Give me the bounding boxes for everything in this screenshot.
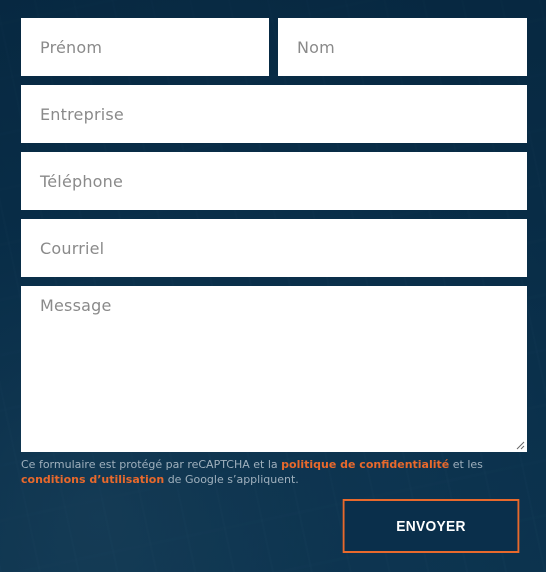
phone-placeholder: Téléphone [40,171,124,191]
terms-of-use-link[interactable]: conditions d’utilisation [21,473,164,486]
message-placeholder: Message [40,296,112,315]
submit-button[interactable]: ENVOYER [342,499,520,553]
recaptcha-notice: Ce formulaire est protégé par reCAPTCHA … [21,457,527,487]
resize-grip-icon[interactable] [515,440,525,450]
submit-button-label: ENVOYER [396,517,466,535]
company-placeholder: Entreprise [40,104,124,124]
email-field[interactable]: Courriel [21,219,527,277]
last-name-field[interactable]: Nom [278,18,527,76]
notice-text-before: Ce formulaire est protégé par reCAPTCHA … [21,458,282,471]
last-name-placeholder: Nom [297,37,335,57]
notice-text-after: de Google s’appliquent. [164,473,299,486]
privacy-policy-link[interactable]: politique de confidentialité [281,458,449,471]
company-field[interactable]: Entreprise [21,85,527,143]
first-name-placeholder: Prénom [40,37,103,57]
phone-field[interactable]: Téléphone [21,152,527,210]
message-textarea[interactable]: Message [21,286,527,452]
email-placeholder: Courriel [40,238,105,258]
first-name-field[interactable]: Prénom [21,18,269,76]
notice-text-middle: et les [449,458,483,471]
